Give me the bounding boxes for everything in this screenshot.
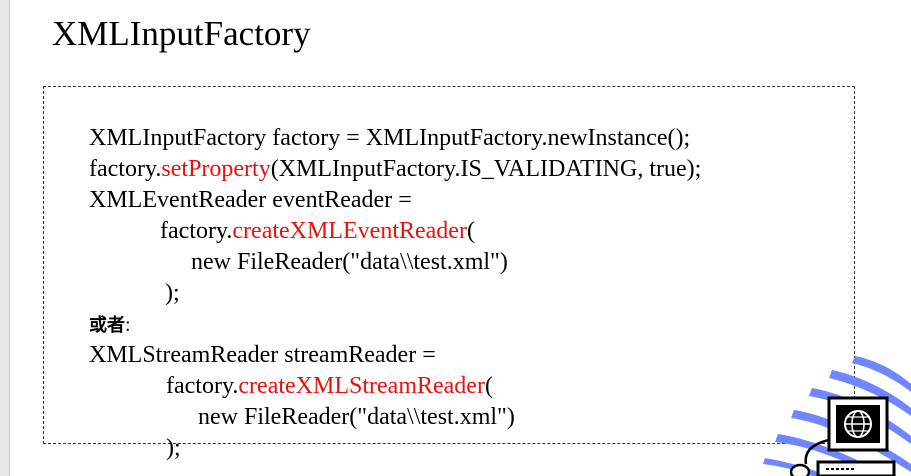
code-text: ); — [165, 280, 180, 306]
code-line: new FileReader("data\\test.xml") — [155, 216, 508, 309]
slide: XMLInputFactory XMLInputFactory factory … — [0, 0, 911, 476]
code-text: new FileReader("data\\test.xml") — [191, 249, 508, 275]
code-text: new FileReader("data\\test.xml") — [198, 404, 515, 430]
code-line: ); — [130, 402, 181, 476]
left-margin-rule — [0, 0, 10, 476]
code-text: ); — [166, 435, 181, 461]
computer-globe-icon — [763, 356, 911, 476]
code-line: new FileReader("data\\test.xml") — [162, 371, 515, 464]
code-box: XMLInputFactory factory = XMLInputFactor… — [43, 86, 855, 461]
slide-title: XMLInputFactory — [52, 14, 311, 53]
